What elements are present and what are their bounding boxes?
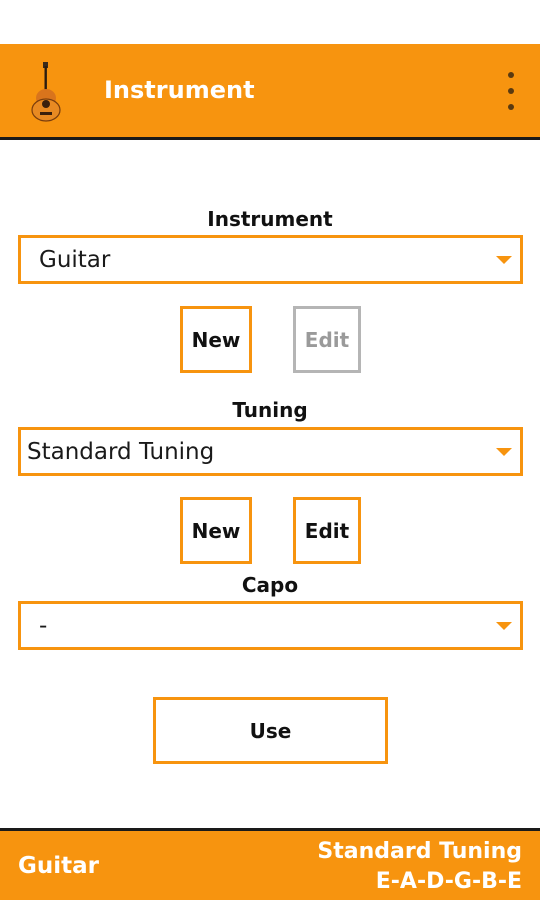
- current-selection-bar: Guitar Standard Tuning E-A-D-G-B-E: [0, 828, 540, 900]
- tuning-spinner[interactable]: Standard Tuning: [18, 427, 523, 476]
- new-instrument-button[interactable]: New: [180, 306, 252, 373]
- tuning-spinner-value: Standard Tuning: [27, 438, 215, 465]
- dropdown-arrow-icon: [496, 255, 512, 264]
- current-tuning: Standard Tuning E-A-D-G-B-E: [317, 837, 522, 897]
- edit-tuning-button[interactable]: Edit: [293, 497, 361, 564]
- action-bar: Instrument: [0, 44, 540, 140]
- guitar-icon[interactable]: [24, 60, 70, 122]
- current-instrument: Guitar: [18, 853, 99, 879]
- instrument-spinner-value: Guitar: [39, 246, 111, 273]
- tuning-label: Tuning: [232, 398, 308, 422]
- capo-label: Capo: [241, 573, 299, 597]
- capo-spinner[interactable]: -: [18, 601, 523, 650]
- use-button[interactable]: Use: [153, 697, 388, 764]
- capo-spinner-value: -: [39, 612, 48, 639]
- overflow-menu-icon[interactable]: [500, 72, 522, 110]
- current-tuning-name: Standard Tuning: [317, 839, 522, 864]
- edit-instrument-button[interactable]: Edit: [293, 306, 361, 373]
- instrument-screen: Instrument Instrument Guitar New Edit Tu…: [0, 0, 540, 900]
- dropdown-arrow-icon: [496, 447, 512, 456]
- new-tuning-button[interactable]: New: [180, 497, 252, 564]
- action-bar-title: Instrument: [104, 76, 255, 104]
- dropdown-arrow-icon: [496, 621, 512, 630]
- instrument-spinner[interactable]: Guitar: [18, 235, 523, 284]
- current-tuning-notes: E-A-D-G-B-E: [375, 869, 522, 894]
- instrument-label: Instrument: [207, 207, 333, 231]
- status-bar-area: [0, 0, 540, 44]
